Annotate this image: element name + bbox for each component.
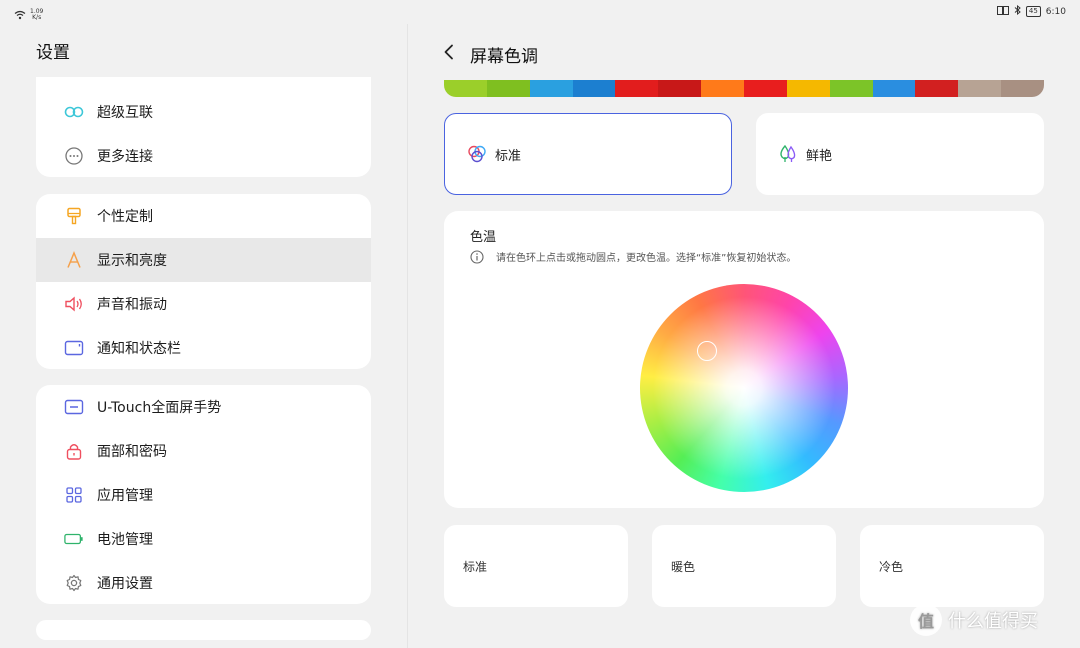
mode-label: 标准 [495, 148, 522, 164]
gear-icon [64, 573, 84, 593]
page-title: 屏幕色调 [470, 47, 538, 67]
color-temp-card: 色温 请在色环上点击或拖动圆点，更改色温。选择“标准”恢复初始状态。 [444, 211, 1044, 508]
sidebar-item-general-settings[interactable]: 通用设置 [36, 561, 371, 604]
preset-cool[interactable]: 冷色 [860, 525, 1044, 607]
color-temp-hint: 请在色环上点击或拖动圆点，更改色温。选择“标准”恢复初始状态。 [470, 249, 796, 264]
reading-mode-icon [996, 5, 1009, 18]
watermark: 值 什么值得买 [910, 604, 1038, 636]
paint-brush-icon [64, 206, 84, 226]
mode-standard-card[interactable]: 标准 [444, 113, 732, 195]
watermark-text: 什么值得买 [948, 611, 1038, 632]
vivid-drops-icon [778, 144, 798, 164]
info-icon [470, 249, 484, 264]
rgb-circles-icon [467, 144, 487, 164]
network-speed: 1.09 K/s [30, 8, 43, 21]
notification-icon [64, 338, 84, 358]
sidebar-item-notifications[interactable]: 通知和状态栏 [36, 326, 371, 369]
settings-group-personal: 个性定制 显示和亮度 声音和振动 通知和状态栏 [36, 194, 371, 369]
color-temp-title: 色温 [470, 230, 497, 245]
sidebar-item-battery[interactable]: 电池管理 [36, 517, 371, 561]
chevron-left-icon [444, 44, 453, 60]
sidebar-item-label: 个性定制 [97, 209, 153, 225]
mode-vivid-card[interactable]: 鲜艳 [756, 113, 1044, 195]
settings-group-system: U-Touch全面屏手势 面部和密码 应用管理 电池管理 通用设置 [36, 385, 371, 604]
sidebar-title: 设置 [36, 43, 70, 63]
color-preview-banner [444, 80, 1044, 97]
back-button[interactable] [440, 42, 460, 62]
sidebar-item-super-link[interactable]: 超级互联 [36, 90, 371, 134]
speaker-icon [64, 294, 84, 314]
hint-text: 请在色环上点击或拖动圆点，更改色温。选择“标准”恢复初始状态。 [496, 253, 797, 264]
watermark-logo: 值 [910, 604, 942, 636]
sidebar-item-label: 超级互联 [97, 105, 153, 121]
sidebar-item-display-brightness[interactable]: 显示和亮度 [36, 238, 371, 282]
apps-grid-icon [64, 485, 84, 505]
sidebar-item-label: 面部和密码 [97, 444, 167, 460]
color-wheel[interactable] [640, 284, 848, 492]
battery-icon [64, 529, 84, 549]
battery-level: 45 [1025, 6, 1041, 17]
sidebar-item-label: U-Touch全面屏手势 [97, 400, 222, 416]
sidebar-item-label: 电池管理 [97, 532, 153, 548]
sidebar-item-label: 更多连接 [97, 149, 153, 165]
gesture-icon [64, 397, 84, 417]
status-bar: 1.09 K/s 45 6:10 [0, 0, 1080, 24]
sidebar-item-label: 显示和亮度 [97, 253, 167, 269]
sidebar-item-label: 通知和状态栏 [97, 341, 181, 357]
sidebar-item-face-password[interactable]: 面部和密码 [36, 429, 371, 473]
speed-unit: K/s [32, 13, 42, 21]
display-a-icon [64, 250, 84, 270]
mode-label: 鲜艳 [806, 148, 833, 164]
sidebar-item-label: 应用管理 [97, 488, 153, 504]
preset-standard[interactable]: 标准 [444, 525, 628, 607]
sidebar-item-sound-vibration[interactable]: 声音和振动 [36, 282, 371, 326]
sidebar-item-personalize[interactable]: 个性定制 [36, 194, 371, 238]
infinity-link-icon [64, 102, 84, 122]
settings-group-partial [36, 620, 371, 640]
sidebar-item-app-management[interactable]: 应用管理 [36, 473, 371, 517]
wifi-icon [14, 5, 26, 24]
sidebar-item-u-touch[interactable]: U-Touch全面屏手势 [36, 385, 371, 429]
bluetooth-icon [1014, 4, 1021, 18]
lock-icon [64, 441, 84, 461]
sidebar-item-label: 声音和振动 [97, 297, 167, 313]
preset-warm[interactable]: 暖色 [652, 525, 836, 607]
sidebar-item-more-connections[interactable]: 更多连接 [36, 134, 371, 177]
settings-group-connections: 超级互联 更多连接 [36, 77, 371, 177]
panel-divider [407, 24, 408, 648]
clock: 6:10 [1045, 6, 1066, 17]
sidebar-item-label: 通用设置 [97, 576, 153, 592]
color-wheel-handle[interactable] [697, 341, 717, 361]
more-dots-icon [64, 146, 84, 166]
